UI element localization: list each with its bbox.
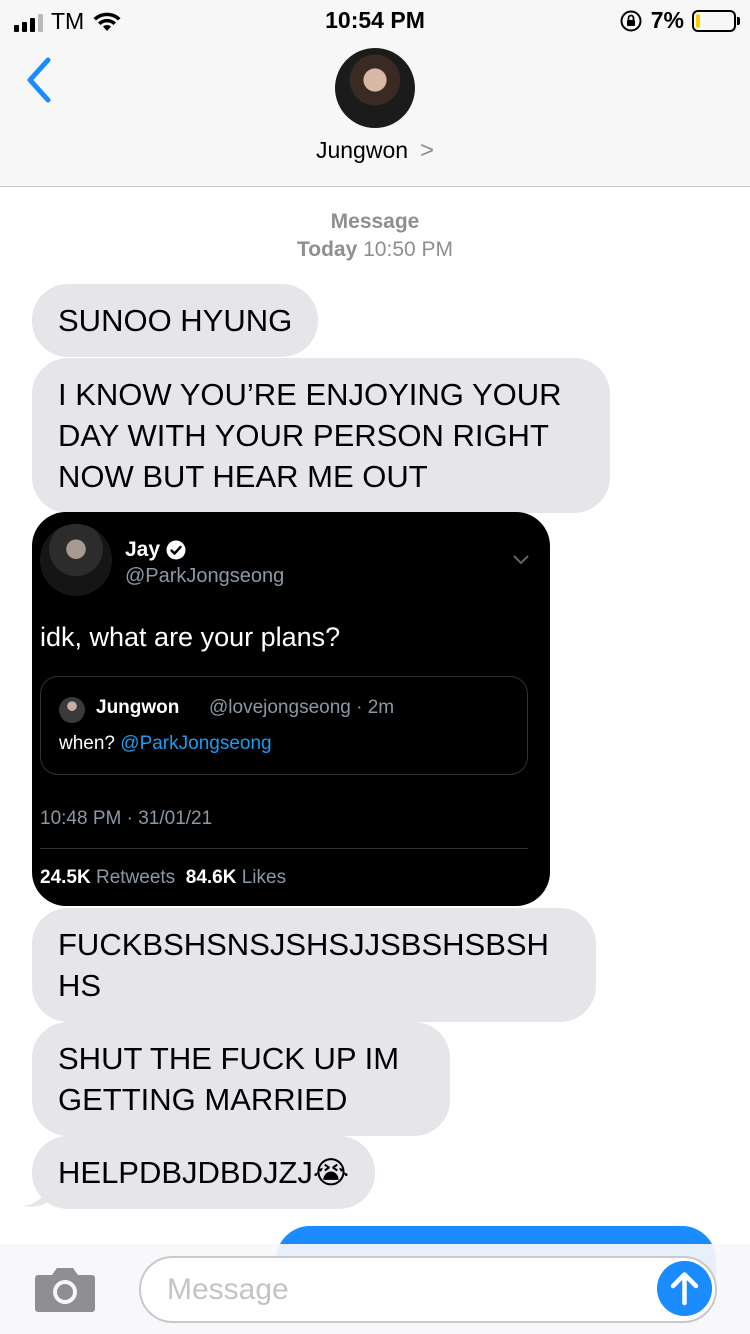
tweet-handle: @ParkJongseong [125, 565, 285, 587]
camera-icon[interactable] [34, 1265, 96, 1313]
tweet-date: 10:48 PM · 31/01/21 [40, 808, 213, 829]
chevron-right-icon: > [420, 137, 435, 164]
status-bar: TM 10:54 PM 7% [0, 0, 750, 40]
retweets-label: Retweets [95, 867, 176, 888]
tweet-text: idk, what are your plans? [40, 622, 341, 652]
quoted-text-prefix: when? [59, 733, 121, 754]
tweet-avatar [40, 524, 112, 596]
contact-name: Jungwon [315, 137, 409, 163]
quoted-tweet: Jungwon @lovejongseong · 2m when? @ParkJ… [40, 676, 528, 775]
quoted-text: when? @ParkJongseong [59, 733, 272, 755]
conversation-header: TM 10:54 PM 7% Jungwon > [0, 0, 750, 187]
conversation-timestamp: Today 10:50 PM [0, 238, 750, 262]
timestamp-day: Today [296, 238, 358, 261]
message-bubble[interactable]: HELPDBJDBDJZJ😭 [32, 1136, 376, 1209]
message-bubble[interactable]: I KNOW YOU’RE ENJOYING YOUR DAY WITH YOU… [32, 358, 610, 513]
quoted-avatar [59, 697, 85, 723]
verified-badge-icon [166, 540, 186, 560]
tweet-divider [40, 848, 528, 849]
rotation-lock-icon [620, 10, 642, 31]
back-chevron-icon[interactable] [22, 56, 54, 104]
quoted-author-name: Jungwon [96, 697, 180, 718]
tweet-author: Jay [125, 538, 186, 562]
message-input[interactable] [167, 1270, 647, 1310]
service-label: Message [330, 210, 420, 233]
timestamp-time: 10:50 PM [363, 238, 454, 261]
bubble-tail [24, 1180, 50, 1207]
tweet-screenshot[interactable]: Jay @ParkJongseong idk, what are your pl… [32, 512, 550, 906]
message-bubble[interactable]: FUCKBSHSNSJSHSJJSBSHSBSH HS [32, 908, 596, 1022]
likes-count: 84.6K [185, 867, 237, 888]
message-bubble[interactable]: SHUT THE FUCK UP IM GETTING MARRIED [32, 1022, 450, 1136]
quoted-mention: @ParkJongseong [120, 733, 272, 754]
message-bubble[interactable]: SUNOO HYUNG [32, 284, 319, 357]
likes-label: Likes [241, 867, 287, 888]
battery-percent: 7% [650, 7, 684, 33]
contact-name-button[interactable]: Jungwon > [0, 137, 750, 165]
tweet-author-name: Jay [125, 538, 161, 561]
send-arrow-icon[interactable] [657, 1261, 712, 1316]
tweet-stats: 24.5K Retweets 84.6K Likes [40, 867, 286, 889]
contact-avatar[interactable] [335, 48, 415, 128]
chevron-down-icon [513, 555, 529, 565]
quoted-handle: @lovejongseong · 2m [209, 697, 395, 718]
message-field[interactable] [139, 1256, 717, 1323]
retweets-count: 24.5K [40, 867, 91, 888]
battery-icon [692, 9, 740, 32]
